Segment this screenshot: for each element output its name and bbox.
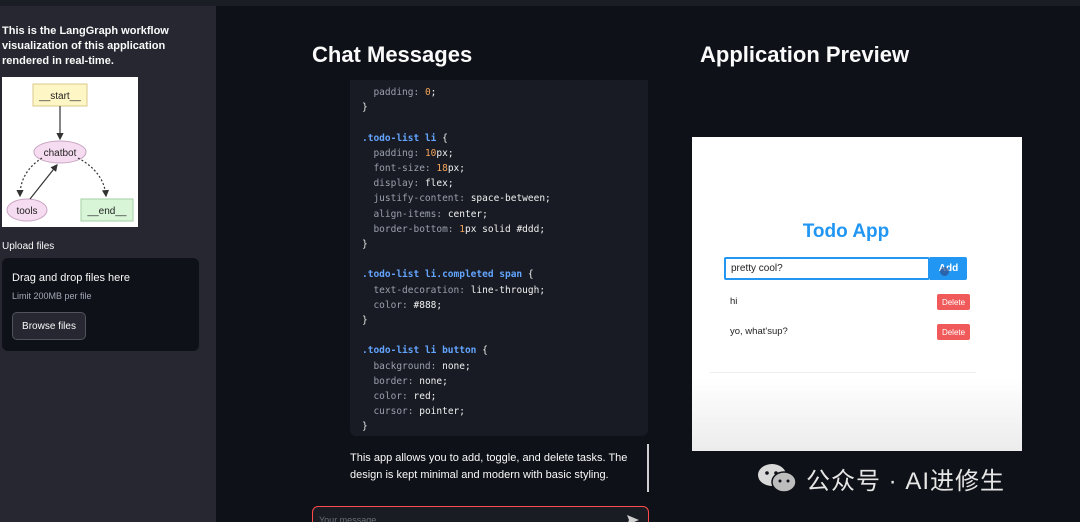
send-icon[interactable] [626,513,640,522]
wechat-logo-icon [758,464,797,493]
code-line: text-decoration: line-through; [373,284,546,296]
sidebar-description: This is the LangGraph workflow visualiza… [2,25,169,67]
code-line: color: #888; [373,299,443,311]
mouse-cursor-icon [940,267,949,276]
preview-shadow [692,377,1022,451]
upload-files-label: Upload files [2,241,55,252]
code-line: font-size: 18px; [373,163,465,174]
workflow-graph-svg: __start__ chatbot tools __end__ [6,83,134,222]
preview-divider [710,372,976,373]
application-preview-heading: Application Preview [700,42,910,67]
code-line: } [362,239,368,250]
delete-todo-button[interactable]: Delete [937,294,970,310]
browse-files-button[interactable]: Browse files [12,312,86,340]
dropzone-title: Drag and drop files here [12,272,131,284]
code-line: border-bottom: 1px solid #ddd; [373,223,546,235]
code-line: .todo-list li.completed span { [362,269,534,281]
code-line: align-items: center; [373,208,488,220]
code-line: } [362,421,368,433]
code-line: justify-content: space-between; [373,193,551,205]
graph-node-start-label: __start__ [38,91,81,102]
dropzone-limit: Limit 200MB per file [12,291,92,301]
todo-item[interactable]: yo, what'sup? Delete [730,324,970,342]
code-line: .todo-list li { [362,132,448,144]
chat-input[interactable] [319,513,609,522]
todo-input[interactable] [724,257,930,280]
delete-todo-button[interactable]: Delete [937,324,970,340]
code-line: color: red; [373,391,437,402]
todo-app-title: Todo App [802,221,890,242]
graph-node-tools-label: tools [16,206,37,217]
graph-edge-chatbot-tools [16,157,43,198]
todo-item-text[interactable]: yo, what'sup? [730,326,788,337]
chat-input-box[interactable] [312,506,649,522]
application-preview-frame: Todo App Add hi Delete yo, what'sup? Del… [692,137,1022,451]
chat-messages-heading: Chat Messages [312,42,473,67]
main-area: Chat Messages Application Preview paddin… [216,6,1080,522]
scrollbar[interactable] [647,444,649,492]
code-line: display: flex; [373,178,454,190]
watermark-text: 公众号 · AI进修生 [806,467,1006,495]
graph-edge-chatbot-end [77,157,110,198]
graph-edge-tools-chatbot [29,164,58,200]
code-line: } [362,102,368,114]
graph-node-chatbot-label: chatbot [44,148,77,159]
sidebar: This is the LangGraph workflow visualiza… [0,6,216,522]
watermark: 公众号 · AI进修生 [756,459,1005,497]
todo-item-text[interactable]: hi [730,296,737,307]
langgraph-diagram: __start__ chatbot tools __end__ [2,77,138,227]
assistant-message: This app allows you to add, toggle, and … [350,452,628,481]
code-line: padding: 10px; [373,147,454,159]
code-line: border: none; [373,375,448,387]
todo-item[interactable]: hi Delete [730,294,970,312]
code-block: padding: 0;} .todo-list li { padding: 10p… [350,80,648,436]
code-line: cursor: pointer; [373,406,465,418]
code-line: background: none; [373,360,471,372]
code-line: .todo-list li button { [362,345,488,357]
graph-node-end-label: __end__ [87,206,127,217]
code-line: padding: 0; [373,87,437,98]
file-dropzone[interactable]: Drag and drop files here Limit 200MB per… [2,258,199,351]
code-line: } [362,315,368,326]
